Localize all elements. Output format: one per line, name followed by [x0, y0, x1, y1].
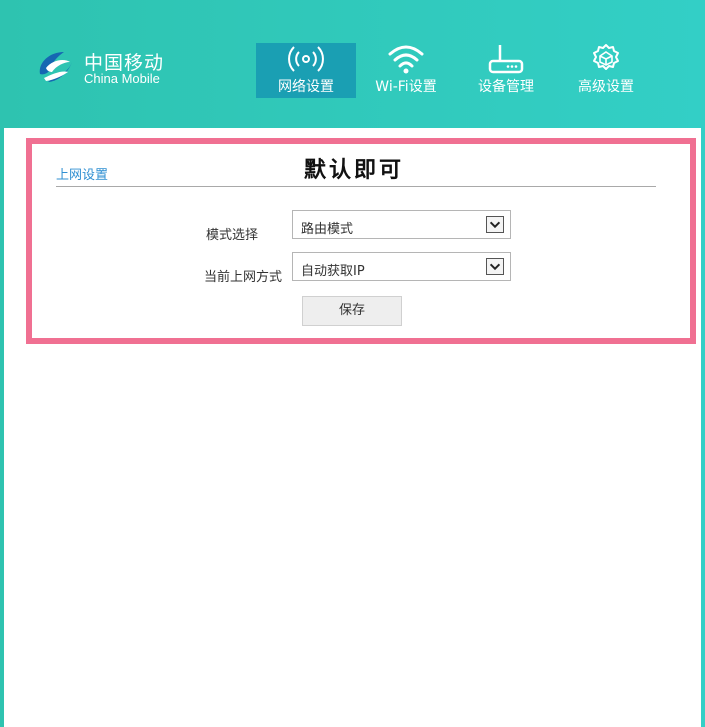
brand-name-en: China Mobile	[84, 71, 160, 86]
nav-label: 网络设置	[278, 79, 334, 95]
china-mobile-logo-icon	[39, 52, 72, 82]
mode-label: 模式选择	[205, 228, 258, 243]
china-mobile-logo[interactable]: 中国移动 China Mobile	[34, 44, 184, 94]
save-button[interactable]: 保存	[302, 296, 402, 326]
router-icon	[488, 45, 524, 74]
connection-mode-select-value: 自动获取IP	[301, 264, 365, 279]
wireless-signal-icon	[288, 46, 324, 72]
main-content: 上网设置 默认即可 模式选择 路由模式 当前上网方式 自动获取IP 保存	[4, 128, 701, 727]
chevron-down-icon	[486, 258, 504, 275]
nav-device-management[interactable]: 设备管理	[456, 43, 556, 98]
nav-label: 高级设置	[578, 79, 634, 95]
nav-wifi-settings[interactable]: Wi-Fi设置	[356, 43, 456, 98]
chevron-down-icon	[486, 216, 504, 233]
nav-label: Wi-Fi设置	[375, 79, 437, 95]
header: 中国移动 China Mobile 网络设置 Wi-Fi设置 设备管理 高级设置	[0, 0, 705, 128]
connection-mode-select[interactable]: 自动获取IP	[292, 252, 511, 281]
connection-mode-label: 当前上网方式	[203, 270, 282, 285]
mode-select-value: 路由模式	[301, 222, 354, 237]
annotation-default-ok: 默认即可	[304, 157, 405, 183]
gear-icon	[593, 44, 619, 70]
divider	[56, 186, 656, 187]
wifi-icon	[388, 45, 424, 74]
nav-network-settings[interactable]: 网络设置	[256, 43, 356, 98]
nav-advanced-settings[interactable]: 高级设置	[556, 43, 656, 98]
section-title-internet-settings[interactable]: 上网设置	[56, 164, 108, 183]
internet-settings-panel: 上网设置 默认即可 模式选择 路由模式 当前上网方式 自动获取IP 保存	[26, 138, 696, 344]
mode-select[interactable]: 路由模式	[292, 210, 511, 239]
nav-label: 设备管理	[478, 79, 534, 95]
